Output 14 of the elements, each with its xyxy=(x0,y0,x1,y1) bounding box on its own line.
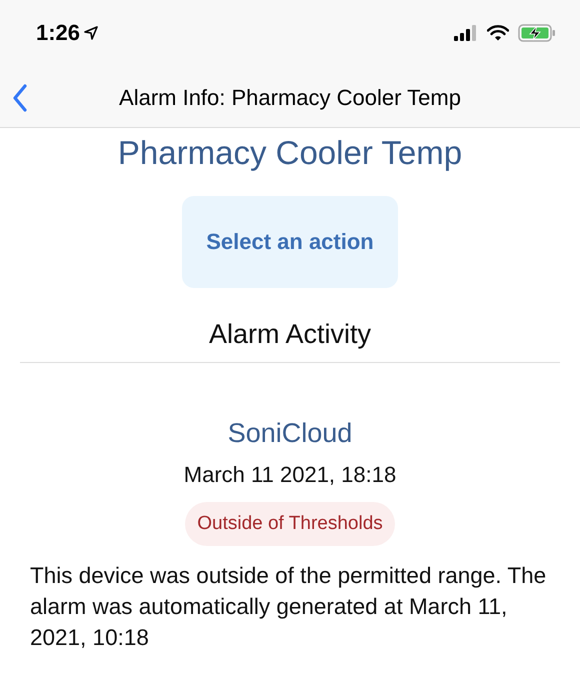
activity-source: SoniCloud xyxy=(228,417,352,450)
wifi-icon xyxy=(487,25,509,41)
device-heading: Pharmacy Cooler Temp xyxy=(118,133,462,173)
signal-icon xyxy=(454,25,478,41)
status-badge: Outside of Thresholds xyxy=(185,502,395,546)
select-action-button[interactable]: Select an action xyxy=(182,196,398,288)
activity-timestamp: March 11 2021, 18:18 xyxy=(184,461,396,489)
status-time: 1:26 xyxy=(36,20,80,46)
nav-title: Alarm Info: Pharmacy Cooler Temp xyxy=(119,85,461,111)
location-arrow-icon xyxy=(84,26,98,40)
back-chevron-icon[interactable] xyxy=(12,84,28,112)
battery-charging-icon xyxy=(518,24,556,42)
section-title: Alarm Activity xyxy=(208,318,372,351)
activity-description: This device was outside of the permitted range. The alarm was automatically generated at March 11, 2021, 10:18 xyxy=(30,562,548,652)
